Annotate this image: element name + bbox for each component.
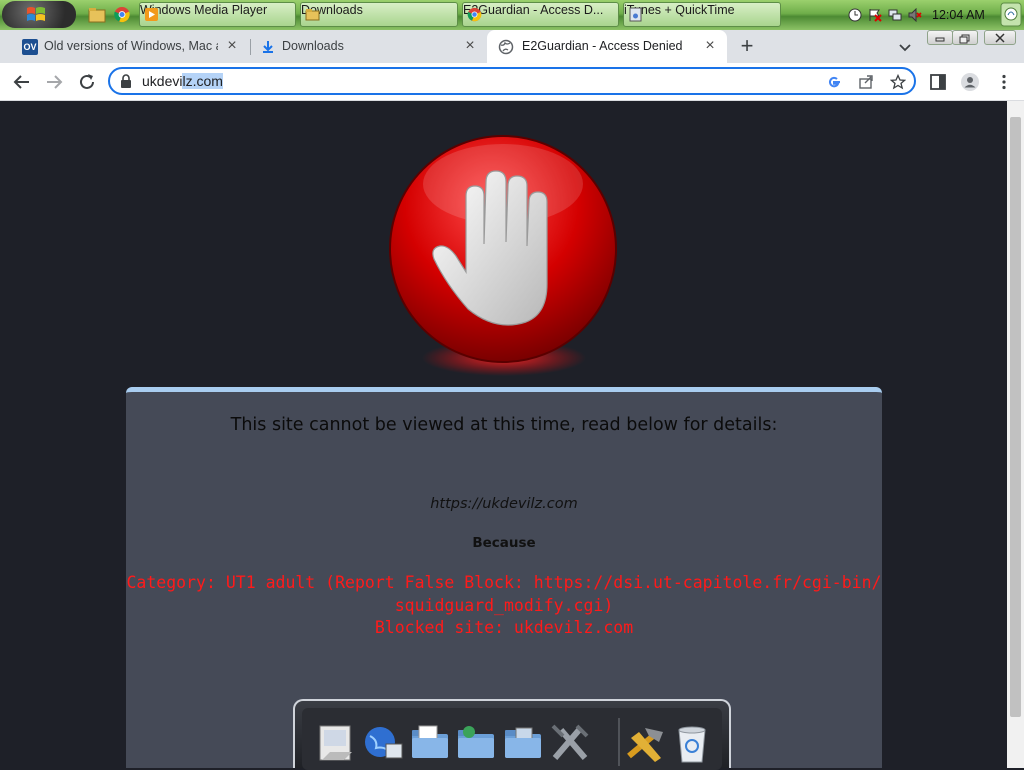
- tab-label: Old versions of Windows, Mac an: [44, 39, 218, 53]
- url-plain: ukdevi: [142, 73, 183, 89]
- blocked-site-message: Blocked site: ukdevilz.com: [374, 618, 634, 637]
- page-title: This site cannot be viewed at this time,…: [230, 415, 778, 435]
- tab-old-versions[interactable]: OV Old versions of Windows, Mac an ×: [12, 30, 248, 63]
- taskbar-item-label: Windows Media Player: [140, 3, 268, 17]
- taskbar-item-label: E2Guardian - Access D...: [463, 3, 604, 17]
- tab-downloads[interactable]: Downloads ×: [250, 30, 486, 63]
- dock-shelf: [302, 708, 722, 770]
- address-bar[interactable]: ukdevilz.com: [108, 67, 916, 95]
- download-icon: [263, 41, 273, 53]
- folder-icon: [305, 9, 320, 21]
- tab-search-chevron-icon[interactable]: [896, 38, 914, 56]
- network-tray-icon[interactable]: [888, 8, 902, 22]
- minimize-button[interactable]: [927, 30, 953, 45]
- show-desktop-icon[interactable]: [1000, 2, 1022, 27]
- documents-folder-icon[interactable]: [409, 722, 451, 764]
- clock-tray-icon[interactable]: [848, 8, 862, 22]
- dock-divider: [618, 718, 620, 766]
- tab-label: Downloads: [282, 39, 344, 53]
- new-tab-button[interactable]: +: [736, 35, 758, 57]
- windows-logo-icon: [27, 7, 45, 21]
- profile-avatar-icon[interactable]: [961, 73, 979, 91]
- downloads-folder-icon[interactable]: [502, 722, 544, 764]
- forward-arrow-icon[interactable]: [43, 71, 65, 93]
- taskbar-clock[interactable]: 12:04 AM: [932, 8, 985, 22]
- desktop-dock: [293, 699, 731, 770]
- flag-alert-tray-icon[interactable]: [868, 8, 882, 22]
- applications-folder-icon[interactable]: [455, 722, 497, 764]
- side-panel-icon[interactable]: [929, 73, 947, 91]
- page-scrollbar[interactable]: [1007, 101, 1024, 768]
- back-arrow-icon[interactable]: [11, 71, 33, 93]
- reload-icon[interactable]: [76, 71, 98, 93]
- oldversion-favicon-icon: OV: [22, 39, 38, 55]
- restore-button[interactable]: [952, 30, 978, 45]
- google-g-icon[interactable]: [826, 74, 842, 90]
- web-page-content: This site cannot be viewed at this time,…: [0, 101, 1007, 768]
- scrollbar-thumb[interactable]: [1010, 117, 1021, 717]
- globe-icon: [498, 39, 514, 55]
- network-globe-icon[interactable]: [362, 722, 404, 764]
- media-player-icon: [145, 8, 158, 21]
- taskbar-item-media-player[interactable]: Windows Media Player: [139, 2, 296, 27]
- taskbar-item-downloads[interactable]: Downloads: [300, 2, 458, 27]
- url-text[interactable]: ukdevilz.com: [142, 73, 223, 89]
- window-controls: [927, 30, 1019, 47]
- tab-e2guardian[interactable]: E2Guardian - Access Denied ×: [487, 30, 727, 63]
- share-icon[interactable]: [858, 74, 874, 90]
- tab-close-icon[interactable]: ×: [462, 38, 478, 54]
- menu-kebab-icon[interactable]: [995, 73, 1013, 91]
- developer-tools-icon[interactable]: [625, 722, 667, 764]
- browser-toolbar: ukdevilz.com: [0, 63, 1024, 101]
- chrome-quicklaunch-icon[interactable]: [113, 6, 131, 23]
- tab-label: E2Guardian - Access Denied: [522, 39, 683, 53]
- trash-icon[interactable]: [671, 722, 713, 764]
- tab-close-icon[interactable]: ×: [224, 38, 240, 54]
- url-selection: lz.com: [182, 73, 223, 89]
- system-tray: 12:04 AM: [842, 0, 1000, 30]
- stop-hand-icon: [389, 135, 617, 376]
- itunes-icon: [629, 7, 642, 22]
- close-window-button[interactable]: [984, 30, 1016, 45]
- block-category-message: Category: UT1 adult (Report False Block:…: [126, 573, 882, 615]
- taskbar-item-chrome[interactable]: E2Guardian - Access D...: [462, 2, 619, 27]
- os-taskbar: Windows Media Player Downloads E2Guardia…: [0, 0, 1024, 31]
- browser-tab-strip: OV Old versions of Windows, Mac an × Dow…: [0, 30, 1024, 63]
- lock-icon[interactable]: [120, 74, 132, 88]
- volume-muted-tray-icon[interactable]: [908, 8, 922, 22]
- finder-icon[interactable]: [316, 722, 358, 764]
- bookmark-star-icon[interactable]: [890, 74, 906, 90]
- tab-close-icon[interactable]: ×: [702, 38, 718, 54]
- utilities-tools-icon[interactable]: [549, 722, 591, 764]
- because-label: Because: [472, 535, 536, 551]
- blocked-url: https://ukdevilz.com: [430, 496, 578, 512]
- chrome-icon: [467, 7, 482, 22]
- explorer-quicklaunch-icon[interactable]: [88, 6, 106, 23]
- taskbar-item-itunes[interactable]: iTunes + QuickTime: [623, 2, 781, 27]
- start-button[interactable]: [2, 1, 76, 28]
